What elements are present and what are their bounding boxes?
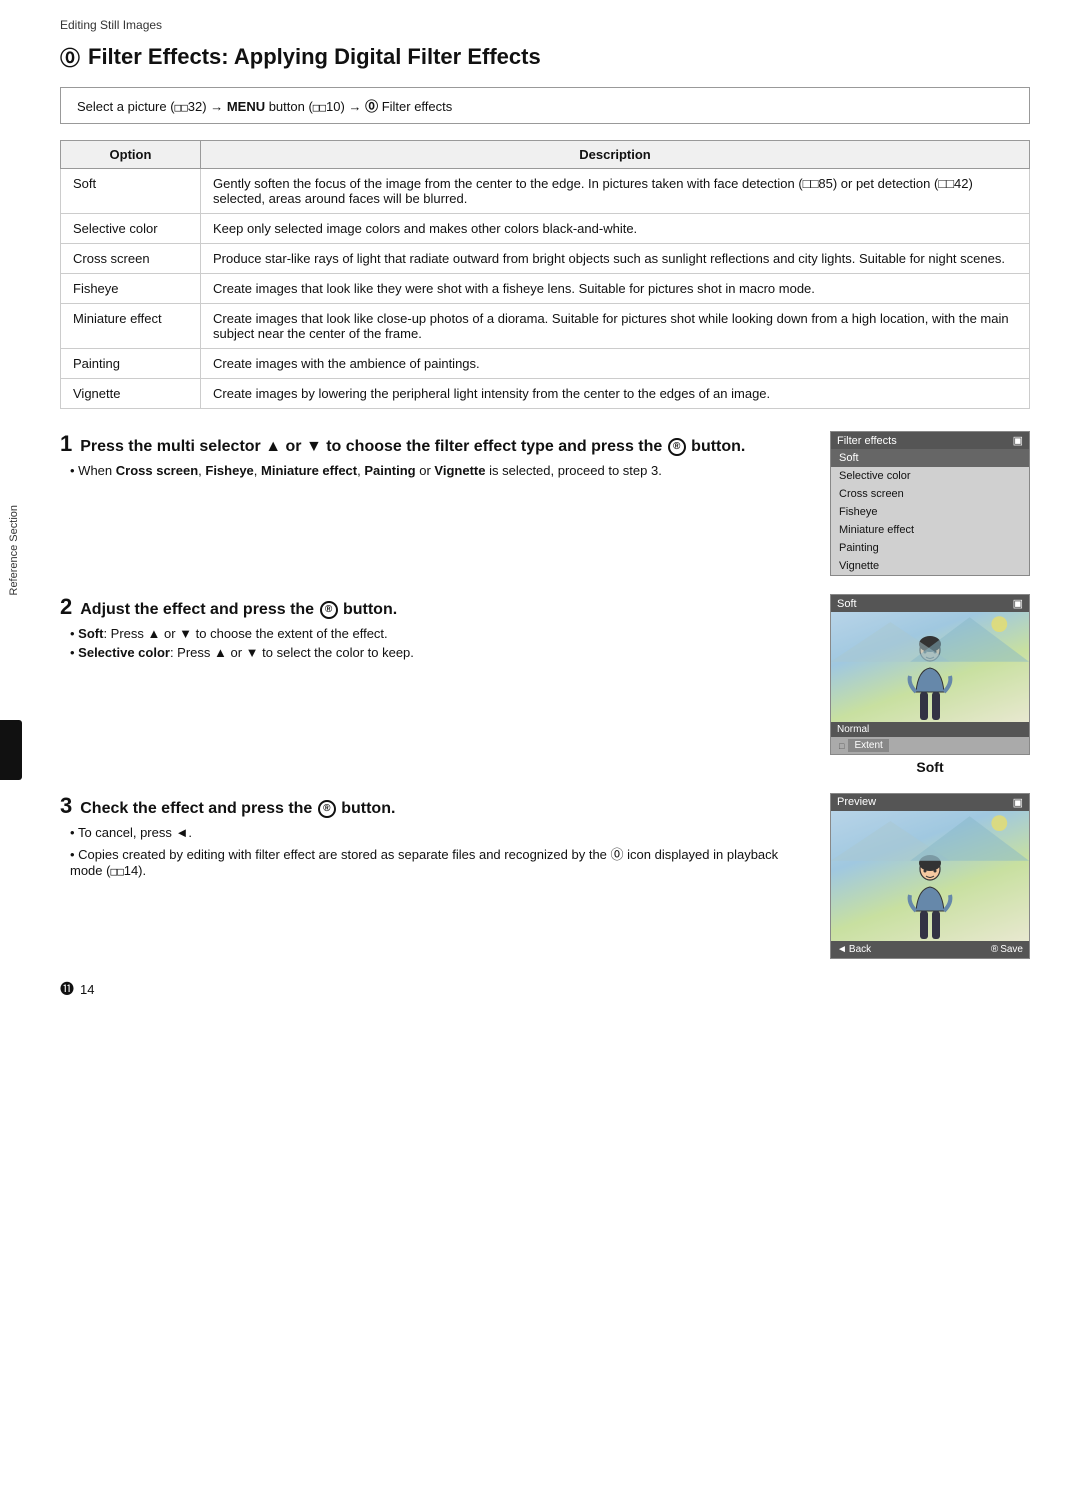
screen-menu-item[interactable]: Soft (831, 449, 1029, 467)
option-cell: Vignette (61, 379, 201, 409)
step-3-bullet-1: To cancel, press ◄. (70, 825, 812, 840)
ok-button-icon-2: ® (320, 601, 338, 619)
screen-1-menulist: SoftSelective colorCross screenFisheyeMi… (831, 449, 1029, 575)
step-1-bullet-1: When Cross screen, Fisheye, Miniature ef… (70, 463, 812, 478)
description-cell: Create images that look like close-up ph… (201, 304, 1030, 349)
breadcrumb: Editing Still Images (60, 18, 1030, 32)
table-row: PaintingCreate images with the ambience … (61, 349, 1030, 379)
step-2-screen-wrapper: Soft ▣ (830, 594, 1030, 775)
table-row: FisheyeCreate images that look like they… (61, 274, 1030, 304)
description-cell: Create images that look like they were s… (201, 274, 1030, 304)
description-cell: Keep only selected image colors and make… (201, 214, 1030, 244)
filter-table: Option Description SoftGently soften the… (60, 140, 1030, 409)
screen-2-titlebar: Soft ▣ (831, 595, 1029, 612)
col-description: Description (201, 141, 1030, 169)
back-button[interactable]: ◄ Back (837, 944, 871, 955)
scenery-svg (831, 612, 1029, 662)
screen-menu-item[interactable]: Vignette (831, 557, 1029, 575)
step-1-number: 1 (60, 431, 72, 457)
filter-icon: ⓪ (60, 42, 80, 71)
save-button[interactable]: ® Save (991, 944, 1023, 955)
step-3-screen: Preview ▣ (830, 793, 1030, 959)
ok-icon-save: ® (991, 944, 998, 955)
option-cell: Fisheye (61, 274, 201, 304)
table-row: Miniature effectCreate images that look … (61, 304, 1030, 349)
table-row: VignetteCreate images by lowering the pe… (61, 379, 1030, 409)
scenery-svg-3 (831, 811, 1029, 861)
description-cell: Produce star-like rays of light that rad… (201, 244, 1030, 274)
description-cell: Create images with the ambience of paint… (201, 349, 1030, 379)
table-row: Selective colorKeep only selected image … (61, 214, 1030, 244)
option-cell: Painting (61, 349, 201, 379)
step-3-bullet-2: Copies created by editing with filter ef… (70, 844, 812, 878)
col-option: Option (61, 141, 201, 169)
table-row: SoftGently soften the focus of the image… (61, 169, 1030, 214)
step-2-row: 2 Adjust the effect and press the ® butt… (60, 594, 1030, 775)
ref-32: □□ (175, 101, 188, 114)
extent-label: Extent (848, 739, 888, 752)
steps-section: 1 Press the multi selector ▲ or ▼ to cho… (60, 431, 1030, 959)
step-3-heading: 3 Check the effect and press the ® butto… (60, 793, 812, 819)
step-2-number: 2 (60, 594, 72, 620)
step-3-number: 3 (60, 793, 72, 819)
ok-button-icon: ® (668, 438, 686, 456)
table-row: Cross screenProduce star-like rays of li… (61, 244, 1030, 274)
screen-menu-item[interactable]: Miniature effect (831, 521, 1029, 539)
screen-3-preview (831, 811, 1029, 941)
screen-3-titlebar: Preview ▣ (831, 794, 1029, 811)
screen-menu-item[interactable]: Painting (831, 539, 1029, 557)
figure-svg-3 (890, 851, 970, 941)
step-3-row: 3 Check the effect and press the ® butto… (60, 793, 1030, 959)
step-2-screen: Soft ▣ (830, 594, 1030, 755)
page-number: 14 (80, 982, 94, 997)
screen-menu-item[interactable]: Cross screen (831, 485, 1029, 503)
instruction-box: Select a picture (□□32) → MENU button (□… (60, 87, 1030, 124)
step-1-row: 1 Press the multi selector ▲ or ▼ to cho… (60, 431, 1030, 576)
step-2-heading: 2 Adjust the effect and press the ® butt… (60, 594, 812, 620)
screen-2-preview: Normal □ Extent (831, 612, 1029, 754)
step-2-bullet-selective: Selective color: Press ▲ or ▼ to select … (70, 645, 812, 660)
screen-menu-item[interactable]: Selective color (831, 467, 1029, 485)
option-cell: Selective color (61, 214, 201, 244)
screen-1-titlebar: Filter effects ▣ (831, 432, 1029, 449)
preview-landscape (831, 612, 1029, 722)
step-1-bullets: When Cross screen, Fisheye, Miniature ef… (60, 463, 812, 478)
screen-menu-item[interactable]: Fisheye (831, 503, 1029, 521)
step-1-screen: Filter effects ▣ SoftSelective colorCros… (830, 431, 1030, 576)
step-3-text: 3 Check the effect and press the ® butto… (60, 793, 812, 882)
page-title: ⓪ Filter Effects: Applying Digital Filte… (60, 42, 1030, 71)
footer-icon: ⓫ (60, 979, 74, 999)
soft-label: Soft (830, 759, 1030, 775)
page-footer: ⓫ 14 (60, 979, 1030, 999)
step-1-text: 1 Press the multi selector ▲ or ▼ to cho… (60, 431, 812, 482)
step-2-text: 2 Adjust the effect and press the ® butt… (60, 594, 812, 664)
option-cell: Soft (61, 169, 201, 214)
description-cell: Create images by lowering the peripheral… (201, 379, 1030, 409)
description-cell: Gently soften the focus of the image fro… (201, 169, 1030, 214)
step-2-bullet-soft: Soft: Press ▲ or ▼ to choose the extent … (70, 626, 812, 641)
screen-2-extent: □ Extent (831, 737, 1029, 754)
back-arrow-icon: ◄ (837, 944, 847, 955)
step-1-heading: 1 Press the multi selector ▲ or ▼ to cho… (60, 431, 812, 457)
screen-2-status: Normal (831, 722, 1029, 737)
section-tab (0, 720, 22, 780)
sidebar-label: Reference Section (0, 400, 28, 700)
step-3-bullets: To cancel, press ◄. Copies created by ed… (60, 825, 812, 878)
option-cell: Cross screen (61, 244, 201, 274)
option-cell: Miniature effect (61, 304, 201, 349)
screen-3-bottombar: ◄ Back ® Save (831, 941, 1029, 958)
step-2-bullets: Soft: Press ▲ or ▼ to choose the extent … (60, 626, 812, 660)
ok-button-icon-3: ® (318, 800, 336, 818)
instruction-text: Select a picture ( (77, 99, 175, 114)
